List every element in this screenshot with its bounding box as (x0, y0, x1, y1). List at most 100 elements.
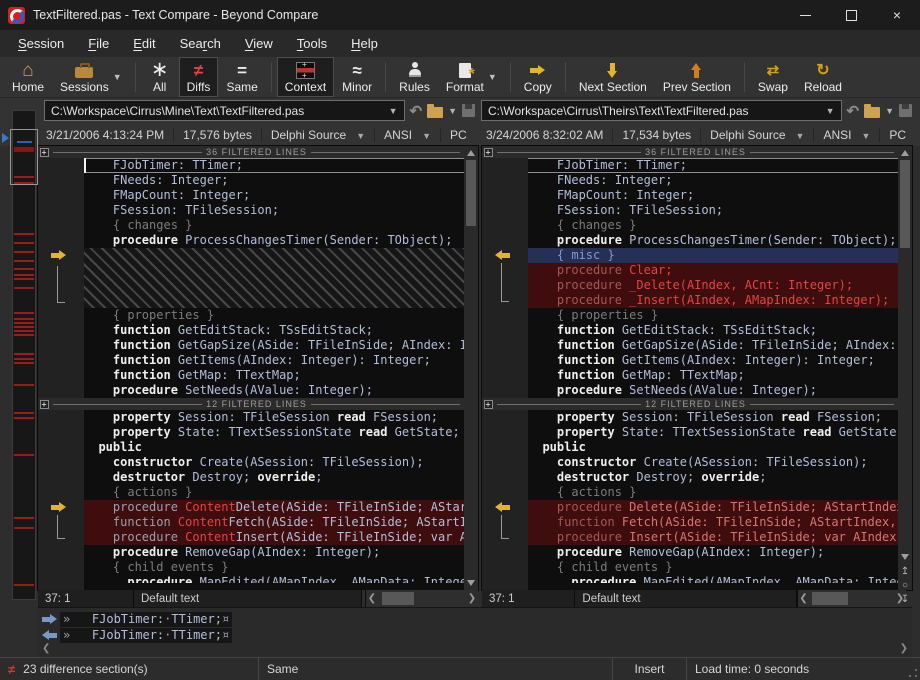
code-line[interactable]: property State: TTextSessionState read G… (482, 425, 898, 440)
code-line[interactable]: FMapCount: Integer; (482, 188, 898, 203)
code-line[interactable]: procedure Insert(ASide: TFileInSide; var… (482, 530, 898, 545)
right-vertical-scrollbar[interactable]: ↥ ○ ↧ (898, 146, 912, 590)
format-button[interactable]: Format▼ (438, 57, 505, 97)
chevron-down-icon[interactable]: ▼ (885, 106, 894, 116)
right-path-combo[interactable]: C:\Workspace\Cirrus\Theirs\Text\TextFilt… (481, 100, 842, 121)
left-encoding-select[interactable]: ANSI▼ (374, 128, 440, 142)
scroll-left-icon[interactable]: ❮ (366, 590, 378, 607)
copy-button[interactable]: Copy (516, 57, 560, 97)
code-line[interactable]: function GetMap: TTextMap; (482, 368, 898, 383)
scroll-right-icon[interactable]: ❯ (900, 643, 908, 654)
right-syntax-select[interactable]: Delphi Source▼ (700, 128, 813, 142)
maximize-button[interactable] (828, 0, 874, 30)
copy-section-arrow-icon[interactable] (495, 250, 510, 261)
detail-line[interactable]: » FJobTimer:·TTimer;¤ (38, 627, 912, 643)
code-line[interactable]: procedure MapEdited(AMapIndex, AMapData:… (38, 575, 464, 583)
save-icon[interactable] (462, 104, 475, 117)
code-line[interactable]: destructor Destroy; override; (38, 470, 464, 485)
code-line[interactable]: function GetEditStack: TSsEditStack; (38, 323, 464, 338)
home-button[interactable]: ⌂Home (4, 57, 52, 97)
code-line[interactable]: procedure Clear; (482, 263, 898, 278)
center-diff-icon[interactable]: ○ (898, 580, 912, 592)
code-line[interactable]: FSession: TFileSession; (482, 203, 898, 218)
close-button[interactable]: × (874, 0, 920, 30)
code-line[interactable]: procedure ProcessChangesTimer(Sender: TO… (38, 233, 464, 248)
menu-session[interactable]: Session (6, 32, 76, 55)
right-horizontal-scrollbar[interactable]: ❮ ❯ (798, 590, 906, 607)
code-line[interactable]: { changes } (38, 218, 464, 233)
scroll-up-icon[interactable] (467, 150, 475, 156)
code-line[interactable]: function GetEditStack: TSsEditStack; (482, 323, 898, 338)
expand-icon[interactable]: + (484, 400, 493, 409)
code-line[interactable]: function GetGapSize(ASide: TFileInSide; … (38, 338, 464, 353)
menu-edit[interactable]: Edit (121, 32, 167, 55)
browse-folder-icon[interactable] (427, 107, 443, 118)
code-line[interactable]: { child events } (38, 560, 464, 575)
same-button[interactable]: =Same (218, 57, 265, 97)
scroll-up-icon[interactable] (901, 150, 909, 156)
code-line[interactable]: { actions } (38, 485, 464, 500)
context-button[interactable]: Context (277, 57, 334, 97)
code-line[interactable]: { properties } (38, 308, 464, 323)
code-line[interactable]: FJobTimer: TTimer; (38, 158, 464, 173)
expand-icon[interactable]: + (40, 400, 49, 409)
all-button[interactable]: ∗All (141, 57, 179, 97)
scroll-down-icon[interactable] (901, 554, 909, 560)
right-line-format[interactable]: PC (879, 128, 915, 142)
code-line[interactable]: { changes } (482, 218, 898, 233)
code-line[interactable]: constructor Create(ASession: TFileSessio… (38, 455, 464, 470)
chevron-down-icon[interactable]: ▼ (113, 72, 122, 82)
chevron-down-icon[interactable]: ▼ (488, 72, 497, 82)
scroll-down-icon[interactable] (467, 580, 475, 586)
menu-search[interactable]: Search (168, 32, 233, 55)
code-line[interactable]: property Session: TFileSession read FSes… (38, 410, 464, 425)
code-line[interactable]: { actions } (482, 485, 898, 500)
diff-overview-strip[interactable] (12, 110, 36, 600)
code-line[interactable]: FNeeds: Integer; (38, 173, 464, 188)
code-line[interactable]: FJobTimer: TTimer; (482, 158, 898, 173)
code-line[interactable]: { child events } (482, 560, 898, 575)
scrollbar-thumb[interactable] (466, 160, 476, 226)
code-line[interactable]: property Session: TFileSession read FSes… (482, 410, 898, 425)
chevron-down-icon[interactable]: ▼ (818, 106, 835, 116)
rules-button[interactable]: Rules (391, 57, 438, 97)
right-encoding-select[interactable]: ANSI▼ (813, 128, 879, 142)
code-line[interactable]: procedure RemoveGap(AIndex: Integer); (38, 545, 464, 560)
menu-tools[interactable]: Tools (285, 32, 339, 55)
copy-section-arrow-icon[interactable] (51, 250, 66, 261)
code-line[interactable]: destructor Destroy; override; (482, 470, 898, 485)
code-line[interactable]: { properties } (482, 308, 898, 323)
code-line[interactable]: constructor Create(ASession: TFileSessio… (482, 455, 898, 470)
code-line[interactable]: FNeeds: Integer; (482, 173, 898, 188)
expand-icon[interactable]: + (484, 148, 493, 157)
code-line[interactable]: FSession: TFileSession; (38, 203, 464, 218)
code-line[interactable]: public (482, 440, 898, 455)
left-path-combo[interactable]: C:\Workspace\Cirrus\Mine\Text\TextFilter… (44, 100, 405, 121)
code-line[interactable]: function GetItems(AIndex: Integer): Inte… (482, 353, 898, 368)
left-vertical-scrollbar[interactable] (464, 146, 478, 590)
menu-help[interactable]: Help (339, 32, 390, 55)
copy-section-arrow-icon[interactable] (495, 502, 510, 513)
minor-button[interactable]: ≈Minor (334, 57, 380, 97)
code-line[interactable]: procedure ProcessChangesTimer(Sender: TO… (482, 233, 898, 248)
code-line[interactable]: procedure Delete(ASide: TFileInSide; ASt… (482, 500, 898, 515)
scrollbar-thumb[interactable] (382, 592, 414, 605)
code-line[interactable]: function GetItems(AIndex: Integer): Inte… (38, 353, 464, 368)
code-line[interactable]: { misc } (482, 248, 898, 263)
code-line[interactable]: property State: TTextSessionState read G… (38, 425, 464, 440)
code-line[interactable]: function GetMap: TTextMap; (38, 368, 464, 383)
sessions-button[interactable]: Sessions▼ (52, 57, 130, 97)
code-line[interactable]: procedure SetNeeds(AValue: Integer); (482, 383, 898, 398)
browse-folder-icon[interactable] (864, 107, 880, 118)
code-line[interactable]: FMapCount: Integer; (38, 188, 464, 203)
detail-horizontal-scrollbar[interactable]: ❮ ❯ (38, 643, 912, 653)
menu-file[interactable]: File (76, 32, 121, 55)
code-line[interactable]: function ContentFetch(ASide: TFileInSide… (38, 515, 464, 530)
revert-icon[interactable]: ↶ (410, 102, 423, 120)
scroll-left-icon[interactable]: ❮ (798, 590, 810, 607)
code-line[interactable]: procedure RemoveGap(AIndex: Integer); (482, 545, 898, 560)
chevron-down-icon[interactable]: ▼ (381, 106, 398, 116)
next-section-button[interactable]: Next Section (571, 57, 655, 97)
code-line[interactable]: procedure MapEdited(AMapIndex, AMapData:… (482, 575, 898, 583)
resize-grip[interactable] (909, 669, 917, 677)
